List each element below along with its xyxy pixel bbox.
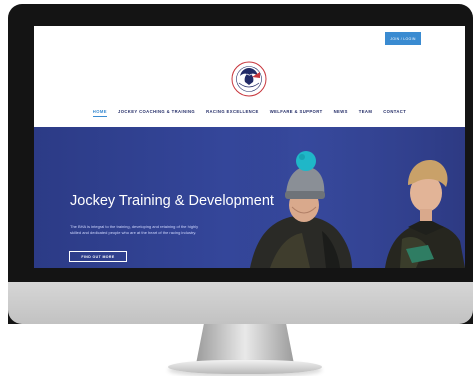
nav-news[interactable]: NEWS xyxy=(334,109,348,114)
join-login-button[interactable]: JOIN / LOGIN xyxy=(385,32,421,45)
hero-title: Jockey Training & Development xyxy=(70,193,274,209)
hero-banner: Jockey Training & Development The BHA is… xyxy=(34,127,465,268)
nav-team[interactable]: TEAM xyxy=(359,109,372,114)
jockey-training-logo[interactable] xyxy=(230,60,268,98)
monitor-stand-base xyxy=(168,360,322,374)
monitor-bezel: JOIN / LOGIN HOME JOCKEY COACHING & TRAI… xyxy=(8,4,473,324)
nav-racing-excellence[interactable]: RACING EXCELLENCE xyxy=(206,109,259,114)
main-navigation: HOME JOCKEY COACHING & TRAINING RACING E… xyxy=(34,106,465,117)
monitor-stand-neck xyxy=(196,324,294,364)
horse-crest-icon xyxy=(231,61,267,97)
find-out-more-button[interactable]: FIND OUT MORE xyxy=(69,251,127,262)
website-screen: JOIN / LOGIN HOME JOCKEY COACHING & TRAI… xyxy=(34,26,465,268)
nav-home[interactable]: HOME xyxy=(92,109,108,117)
monitor-chin xyxy=(8,282,473,324)
nav-contact[interactable]: CONTACT xyxy=(383,109,406,114)
nav-welfare-support[interactable]: WELFARE & SUPPORT xyxy=(270,109,323,114)
hero-description: The BHA is integral to the training, dev… xyxy=(70,224,199,236)
nav-jockey-coaching-training[interactable]: JOCKEY COACHING & TRAINING xyxy=(118,109,195,114)
